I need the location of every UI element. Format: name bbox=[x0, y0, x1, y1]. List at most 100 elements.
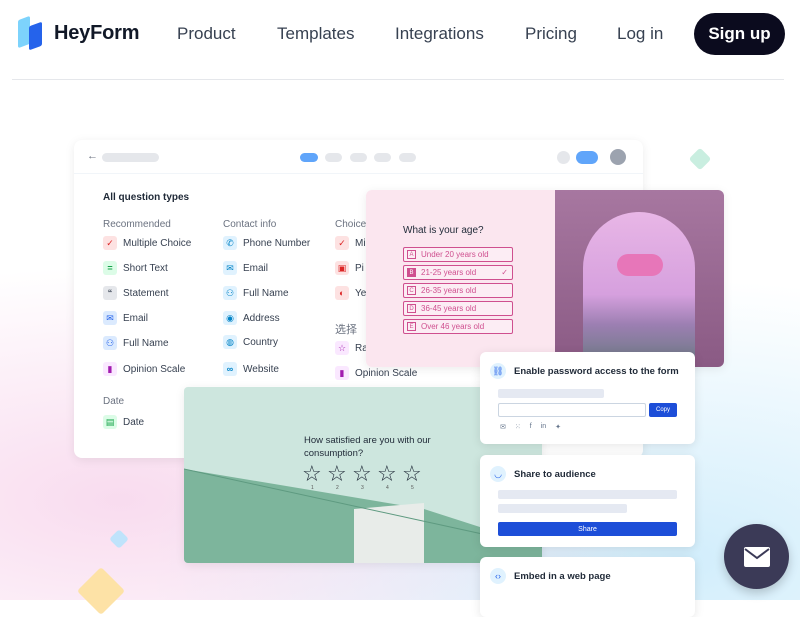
star-number: 2 bbox=[336, 485, 339, 491]
publish-toggle[interactable] bbox=[576, 151, 598, 164]
qtype-statement[interactable]: “ Statement bbox=[103, 286, 169, 300]
qtype-choice-item[interactable]: ✓ Mi bbox=[335, 236, 366, 250]
qtype-rating[interactable]: ☆ Ra bbox=[335, 341, 368, 355]
pink-cloud bbox=[617, 254, 663, 276]
option-key: C bbox=[407, 286, 416, 295]
star-icon[interactable]: ☆ bbox=[327, 463, 347, 485]
nav-templates[interactable]: Templates bbox=[277, 24, 354, 44]
qtype-label: Multiple Choice bbox=[123, 237, 192, 249]
password-access-title: Enable password access to the form bbox=[514, 366, 679, 377]
age-question-text: What is your age? bbox=[403, 225, 484, 236]
step-indicator[interactable] bbox=[374, 153, 391, 162]
toggle-placeholder bbox=[557, 151, 570, 164]
qtype-email[interactable]: ✉ Email bbox=[223, 261, 268, 275]
embed-card: ‹› Embed in a web page bbox=[480, 557, 695, 617]
star-number: 1 bbox=[311, 485, 314, 491]
nav-product[interactable]: Product bbox=[177, 24, 236, 44]
link-icon: ∞ bbox=[223, 362, 237, 376]
step-indicator[interactable] bbox=[325, 153, 342, 162]
qtype-short-text[interactable]: = Short Text bbox=[103, 261, 168, 275]
brand-logo[interactable]: HeyForm bbox=[16, 15, 139, 51]
password-access-card: ⛓ Enable password access to the form Cop… bbox=[480, 352, 695, 444]
qtype-website[interactable]: ∞ Website bbox=[223, 362, 279, 376]
linkedin-icon[interactable]: in bbox=[541, 423, 546, 431]
grid-icon[interactable]: ⁙ bbox=[515, 423, 521, 431]
qtype-full-name[interactable]: ⚇ Full Name bbox=[103, 336, 169, 350]
check-icon: ✓ bbox=[501, 268, 508, 277]
star-icon[interactable]: ☆ bbox=[402, 463, 422, 485]
globe-icon: ◍ bbox=[223, 335, 237, 349]
star-icon[interactable]: ☆ bbox=[377, 463, 397, 485]
age-option-selected[interactable]: B 21-25 years old ✓ bbox=[403, 265, 513, 280]
location-pin-icon: ◉ bbox=[223, 311, 237, 325]
qtype-address[interactable]: ◉ Address bbox=[223, 311, 280, 325]
nav-integrations[interactable]: Integrations bbox=[395, 24, 484, 44]
star-icon[interactable]: ☆ bbox=[302, 463, 322, 485]
column-header-recommended: Recommended bbox=[103, 219, 171, 230]
mail-icon[interactable]: ✉ bbox=[500, 423, 506, 431]
qtype-label: Ye bbox=[355, 287, 367, 299]
twitter-icon[interactable]: ✦ bbox=[555, 423, 561, 431]
share-audience-card: ◡ Share to audience Share bbox=[480, 455, 695, 547]
share-button[interactable]: Share bbox=[498, 522, 677, 536]
qtype-label: Country bbox=[243, 336, 279, 348]
qtype-choice-item[interactable]: ◐ Ye bbox=[335, 286, 366, 300]
qtype-label: Phone Number bbox=[243, 237, 311, 249]
qtype-label: Date bbox=[123, 416, 145, 428]
check-icon: ✓ bbox=[103, 236, 117, 250]
qtype-date[interactable]: ▤ Date bbox=[103, 415, 144, 429]
qtype-email[interactable]: ✉ Email bbox=[103, 311, 148, 325]
nav-divider bbox=[12, 79, 784, 80]
star-icon: ☆ bbox=[335, 341, 349, 355]
nav-login[interactable]: Log in bbox=[617, 24, 663, 44]
section-title: All question types bbox=[103, 192, 190, 203]
qtype-label: Full Name bbox=[243, 287, 289, 299]
step-indicator[interactable] bbox=[399, 153, 416, 162]
qtype-label: Website bbox=[243, 363, 279, 375]
title-placeholder bbox=[102, 153, 159, 162]
age-option[interactable]: A Under 20 years old bbox=[403, 247, 513, 262]
qtype-label: Email bbox=[123, 312, 149, 324]
user-icon: ⚇ bbox=[103, 336, 117, 350]
age-question-preview: What is your age? A Under 20 years old B2… bbox=[366, 190, 724, 367]
envelope-icon bbox=[743, 546, 770, 567]
builder-topbar: ← bbox=[74, 140, 643, 174]
quote-icon: “ bbox=[103, 286, 117, 300]
star-icon[interactable]: ☆ bbox=[352, 463, 372, 485]
back-arrow-icon[interactable]: ← bbox=[87, 150, 98, 162]
qtype-country[interactable]: ◍ Country bbox=[223, 335, 278, 349]
age-question-form: What is your age? A Under 20 years old B2… bbox=[366, 190, 555, 367]
option-key: E bbox=[407, 322, 416, 331]
calendar-icon: ▤ bbox=[103, 415, 117, 429]
step-indicator[interactable] bbox=[350, 153, 367, 162]
facebook-icon[interactable]: f bbox=[530, 423, 532, 431]
step-indicator[interactable] bbox=[300, 153, 318, 162]
satisfaction-question-text: How satisfied are you with our consumpti… bbox=[304, 435, 431, 459]
qtype-full-name[interactable]: ⚇ Full Name bbox=[223, 286, 289, 300]
qtype-label: Mi bbox=[355, 237, 366, 249]
qtype-phone-number[interactable]: ✆ Phone Number bbox=[223, 236, 310, 250]
age-option[interactable]: D 36-45 years old bbox=[403, 301, 513, 316]
nav-pricing[interactable]: Pricing bbox=[525, 24, 577, 44]
qtype-choice-item[interactable]: ▣ Pi bbox=[335, 261, 364, 275]
signup-button[interactable]: Sign up bbox=[694, 13, 785, 55]
code-icon: ‹› bbox=[490, 568, 506, 584]
age-option[interactable]: C 26-35 years old bbox=[403, 283, 513, 298]
password-input[interactable] bbox=[498, 403, 646, 417]
age-option[interactable]: E Over 46 years old bbox=[403, 319, 513, 334]
option-label: 21-25 years old bbox=[421, 268, 477, 277]
qtype-label: Full Name bbox=[123, 337, 169, 349]
qtype-opinion-scale[interactable]: ▮ Opinion Scale bbox=[103, 362, 185, 376]
qtype-multiple-choice[interactable]: ✓ Multiple Choice bbox=[103, 236, 191, 250]
star-number: 3 bbox=[361, 485, 364, 491]
qtype-opinion-scale[interactable]: ▮ Opinion Scale bbox=[335, 366, 417, 380]
qtype-label: Address bbox=[243, 312, 280, 324]
social-icons: ✉ ⁙ f in ✦ bbox=[500, 423, 561, 431]
copy-button[interactable]: Copy bbox=[649, 403, 677, 417]
embed-title: Embed in a web page bbox=[514, 571, 611, 582]
check-icon: ✓ bbox=[335, 236, 349, 250]
contact-mail-button[interactable] bbox=[724, 524, 789, 589]
bar-chart-icon: ▮ bbox=[103, 362, 117, 376]
avatar[interactable] bbox=[610, 149, 626, 165]
phone-icon: ✆ bbox=[223, 236, 237, 250]
